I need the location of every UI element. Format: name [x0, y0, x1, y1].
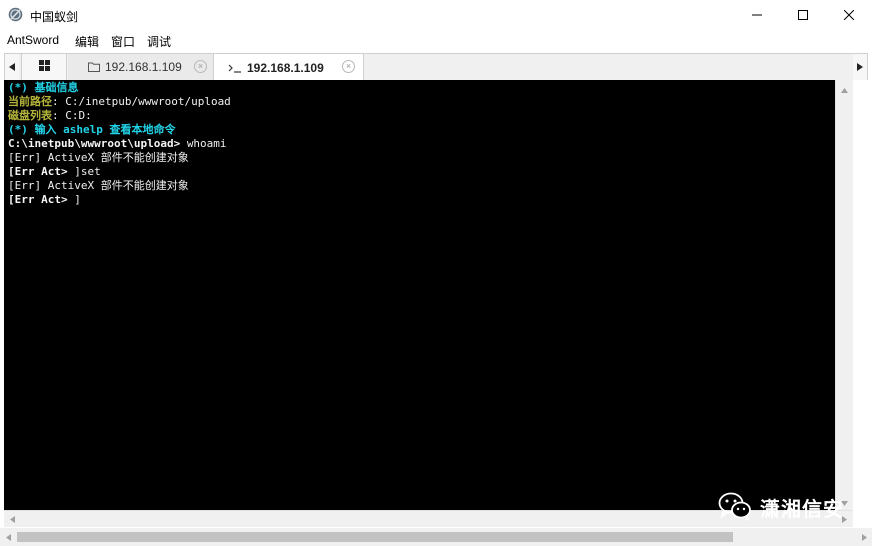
window-title: 中国蚁剑 [30, 10, 79, 24]
terminal-text-segment: [Err] ActiveX 部件不能创建对象 [8, 179, 189, 192]
terminal-line: (*) 基础信息 [8, 81, 838, 95]
minimize-icon [752, 10, 762, 20]
tab-scroll-right-button[interactable] [853, 54, 867, 80]
tab-file-manager[interactable]: 192.168.1.109 × [68, 54, 214, 80]
terminal-text-segment: ] [74, 193, 81, 206]
terminal-line: [Err] ActiveX 部件不能创建对象 [8, 179, 838, 193]
terminal-line: [Err Act> ]set [8, 165, 838, 179]
terminal-vertical-scrollbar[interactable] [835, 80, 853, 510]
terminal-line: [Err] ActiveX 部件不能创建对象 [8, 151, 838, 165]
terminal-text-segment: : C:D: [52, 109, 92, 122]
menu-bar: AntSword 编辑 窗口 调试 [0, 30, 872, 51]
triangle-left-icon [9, 60, 15, 74]
terminal-text-segment: [Err Act> [8, 193, 75, 206]
chevron-right-icon [861, 530, 867, 544]
terminal-text-segment: [Err] ActiveX 部件不能创建对象 [8, 151, 189, 164]
terminal-text-segment: whoami [186, 137, 227, 150]
tab-scroll-left-button[interactable] [5, 54, 19, 80]
terminal-text-segment: C:\inetpub\wwwroot\upload> [8, 137, 187, 150]
close-icon: × [345, 61, 352, 71]
page-scroll-left-button[interactable] [2, 531, 14, 543]
scroll-up-button[interactable] [836, 80, 853, 97]
close-icon [844, 10, 854, 20]
close-button[interactable] [826, 0, 872, 30]
terminal-text-segment: (*) 基础信息 [8, 81, 79, 94]
terminal-output[interactable]: (*) 基础信息 当前路径: C:/inetpub/wwwroot/upload 磁… [8, 81, 838, 207]
menu-window[interactable]: 窗口 [111, 33, 135, 50]
terminal-line: 当前路径: C:/inetpub/wwwroot/upload [8, 95, 838, 109]
tab-label: 192.168.1.109 [105, 60, 182, 74]
tab-terminal[interactable]: 192.168.1.109 × [214, 54, 364, 81]
terminal-panel[interactable]: (*) 基础信息 当前路径: C:/inetpub/wwwroot/upload 磁… [4, 80, 853, 510]
minimize-button[interactable] [734, 0, 780, 30]
terminal-text-segment: 当前路径 [8, 95, 52, 108]
antsword-logo-icon [8, 7, 23, 22]
terminal-line: (*) 输入 ashelp 查看本地命令 [8, 123, 838, 137]
window-horizontal-scrollbar[interactable] [0, 528, 872, 546]
scroll-left-button[interactable] [4, 511, 21, 527]
grid-icon [38, 60, 50, 74]
chevron-left-icon [5, 530, 11, 544]
scrollbar-thumb[interactable] [17, 532, 733, 542]
watermark-text: 潇湘信安 [760, 496, 844, 521]
terminal-icon [228, 63, 242, 73]
scroll-corner [853, 80, 868, 527]
terminal-text-segment: : C:/inetpub/wwwroot/upload [52, 95, 231, 108]
terminal-line: [Err Act> ] [8, 193, 838, 207]
menu-edit[interactable]: 编辑 [75, 33, 99, 50]
wechat-icon [718, 491, 752, 524]
terminal-line: C:\inetpub\wwwroot\upload> whoami [8, 137, 838, 151]
page-scroll-right-button[interactable] [858, 531, 870, 543]
maximize-icon [798, 10, 808, 20]
terminal-text-segment: (*) 输入 ashelp 查看本地命令 [8, 123, 176, 136]
tab-close-button[interactable]: × [342, 60, 355, 73]
close-icon: × [197, 61, 204, 71]
triangle-right-icon [857, 60, 863, 74]
terminal-line: 磁盘列表: C:D: [8, 109, 838, 123]
menu-debug[interactable]: 调试 [147, 33, 171, 50]
terminal-text-segment: 磁盘列表 [8, 109, 52, 122]
tab-home[interactable] [21, 54, 67, 80]
folder-icon [88, 62, 100, 72]
terminal-text-segment: [Err Act> [8, 165, 75, 178]
terminal-text-segment: ]set [74, 165, 101, 178]
tab-close-button[interactable]: × [194, 60, 207, 73]
chevron-up-icon [841, 82, 848, 96]
tab-strip: 192.168.1.109 × 192.168.1.109 × [4, 53, 868, 81]
watermark: 潇湘信安 [718, 490, 844, 524]
title-bar: 中国蚁剑 [0, 0, 872, 30]
menu-antsword[interactable]: AntSword [7, 33, 59, 47]
tab-label: 192.168.1.109 [247, 60, 324, 75]
chevron-left-icon [10, 512, 15, 526]
maximize-button[interactable] [780, 0, 826, 30]
